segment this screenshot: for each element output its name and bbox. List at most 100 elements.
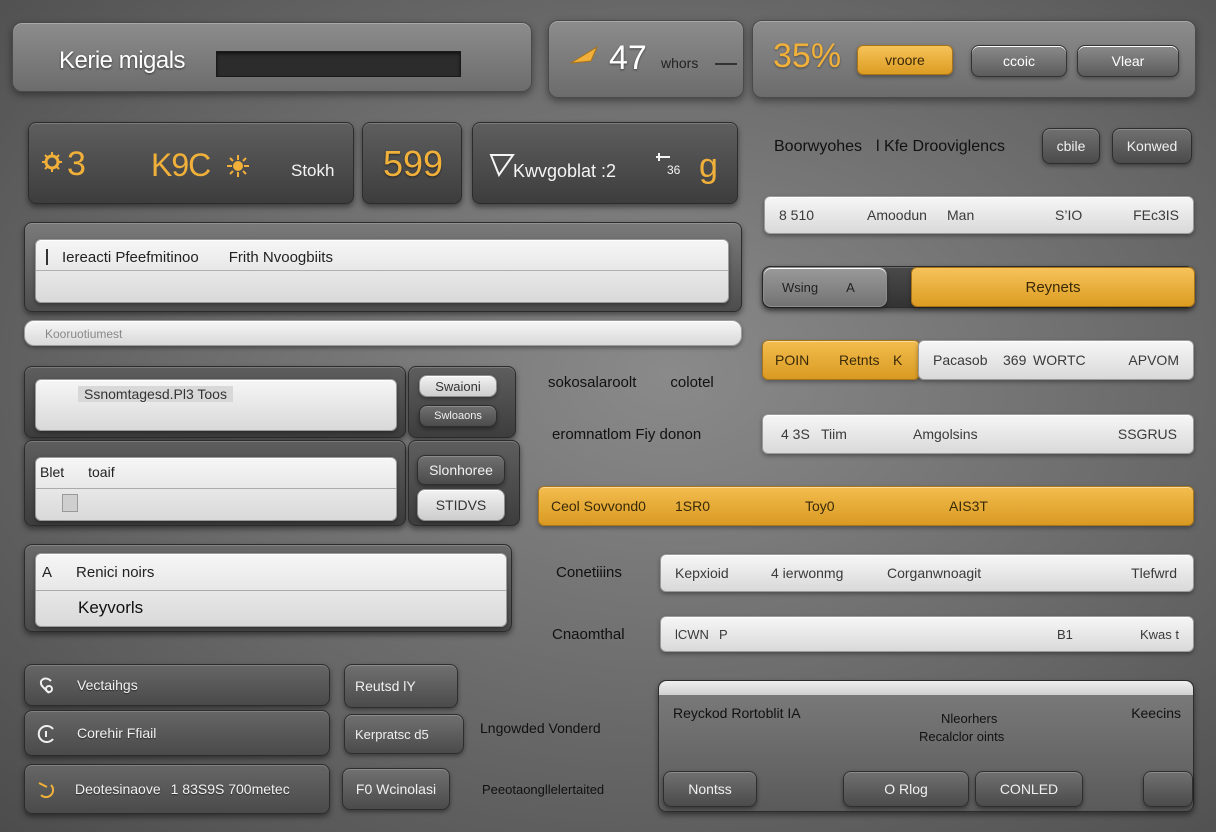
toggle-left-b: A xyxy=(846,279,855,295)
nav-item-3-label: Deotesinaove xyxy=(75,781,161,797)
wcinolasi-button[interactable]: F0 Wcinolasi xyxy=(342,768,450,810)
details-right: Keecins xyxy=(1131,705,1181,721)
nav-item-2[interactable]: Corehir Ffiail xyxy=(24,710,330,756)
nav-item-2-label: Corehir Ffiail xyxy=(77,725,157,741)
primary-button[interactable]: vroore xyxy=(857,45,953,75)
toolbar-strip: Kooruotiumest xyxy=(24,320,742,346)
stat-card-1: 3 K9C Stokh xyxy=(28,122,354,204)
table-row-1[interactable]: 8 510 Amoodun Man S’IO FEc3IS xyxy=(764,196,1194,234)
list-item-1[interactable]: A Renici noirs xyxy=(42,562,154,582)
highlight-b: 1SR0 xyxy=(675,498,711,514)
data-row-2-b: P xyxy=(719,626,728,642)
data-row-1-a: Kepxioid xyxy=(675,565,729,581)
reutsd-button[interactable]: Reutsd lY xyxy=(344,664,458,708)
swloaons-button[interactable]: Swloaons xyxy=(419,405,497,427)
toggle-left[interactable]: Wsing A xyxy=(763,267,887,307)
row4-c: Amgolsins xyxy=(913,426,978,442)
nontss-button[interactable]: Nontss xyxy=(663,771,757,807)
list-item-2[interactable]: Keyvorls xyxy=(78,598,143,618)
data-row-1-c: Corganwnoagit xyxy=(887,565,982,581)
nav-item-1[interactable]: Vectaihgs xyxy=(24,664,330,706)
stat-card-3: Kwvgoblat :2 36 g xyxy=(472,122,738,204)
table-row-1-c1: 8 510 xyxy=(779,207,815,223)
tool-icon xyxy=(656,153,670,161)
row3-c: WORTC xyxy=(1033,352,1086,368)
input-panel-1: Ssnomtagesd.Pl3 Toos xyxy=(24,366,406,438)
swaioni-button[interactable]: Swaioni xyxy=(419,375,497,397)
heading-a: Boorwyohes xyxy=(774,138,863,155)
row4-d: SSGRUS xyxy=(1117,426,1177,442)
card2-value: 599 xyxy=(383,143,444,184)
data-row-2-d: Kwas t xyxy=(1139,626,1179,642)
center-label-2: eromnatlom Fiy donon xyxy=(552,426,702,443)
table-row-4[interactable]: 4 3S Tiim Amgolsins SSGRUS xyxy=(762,414,1194,454)
side-buttons-2: Slonhoree STIDVS xyxy=(408,440,520,526)
toggle-track[interactable]: Wsing A Reynets xyxy=(762,266,1195,308)
input-2-value: toaif xyxy=(88,464,115,480)
card1-code: K9C xyxy=(151,147,211,183)
view-button[interactable]: Vlear xyxy=(1077,45,1179,77)
row3-gold-a: POIN xyxy=(775,352,810,368)
row3-d: APVOM xyxy=(1128,352,1179,368)
secondary-button[interactable]: ccoic xyxy=(971,45,1067,77)
table-row-1-c2: Amoodun xyxy=(867,207,927,223)
field-group-panel: Iereacti Pfeefmitinoo Frith Nvoogbiits xyxy=(24,222,742,312)
section-heading: Boorwyohes l Kfe Drooviglencs xyxy=(774,136,1005,158)
list-box: A Renici noirs Keyvorls xyxy=(35,553,507,627)
card3-small: 36 xyxy=(667,163,681,177)
input-2-label: Blet xyxy=(40,464,65,480)
table-row-3[interactable]: Pacasob 369 WORTC APVOM xyxy=(918,340,1194,380)
more-button[interactable] xyxy=(1143,771,1193,807)
row3-a: Pacasob xyxy=(933,352,988,368)
data-row-2[interactable]: lCWN P B1 Kwas t xyxy=(660,616,1194,652)
list-divider xyxy=(36,590,506,591)
highlight-row[interactable]: Ceol Sovvond0 1SR0 Toy0 AIS3T xyxy=(538,486,1194,526)
cable-button[interactable]: cbile xyxy=(1042,128,1100,164)
field-title-a: Iereacti Pfeefmitinoo xyxy=(62,248,199,266)
row-label-1: Conetiiins xyxy=(556,564,622,581)
table-row-1-c5: FEc3IS xyxy=(1133,207,1179,223)
data-row-1-d: Tlefwrd xyxy=(1131,565,1177,581)
input-2-divider xyxy=(36,488,396,489)
center-label-1: sokosalaroolt colotel xyxy=(548,372,714,392)
field-divider xyxy=(36,270,728,271)
kerpratsc-button[interactable]: Kerpratsc d5 xyxy=(344,714,464,754)
stat-number: 47 xyxy=(609,39,647,77)
row3-b: 369 xyxy=(1003,352,1027,368)
details-title: Reyckod Rortoblit IA xyxy=(673,705,801,721)
konwed-button[interactable]: Konwed xyxy=(1112,128,1192,164)
toggle-right[interactable]: Reynets xyxy=(911,267,1195,307)
stidvs-button[interactable]: STIDVS xyxy=(417,489,505,521)
details-panel-top xyxy=(659,681,1193,695)
field-title-bar[interactable]: Iereacti Pfeefmitinoo Frith Nvoogbiits xyxy=(35,239,729,303)
highlight-a: Ceol Sovvond0 xyxy=(551,498,646,514)
row3-gold-c: K xyxy=(893,352,903,368)
row4-b: Tiim xyxy=(821,426,847,442)
rlog-button[interactable]: O Rlog xyxy=(843,771,969,807)
card1-value: 3 xyxy=(67,145,86,183)
table-row-1-c3: Man xyxy=(947,207,975,223)
input-panel-2: Blet toaif xyxy=(24,440,406,526)
data-row-2-c: B1 xyxy=(1057,626,1073,642)
row4-a: 4 3S xyxy=(781,426,810,442)
center-label-1b: colotel xyxy=(670,373,714,391)
details-center-a: Nleorhers xyxy=(941,711,998,726)
gear-icon xyxy=(42,152,62,172)
input-2[interactable]: Blet toaif xyxy=(35,457,397,521)
table-row-3-gold[interactable]: POIN Retnts K xyxy=(762,340,920,380)
nav-item-3[interactable]: Deotesinaove 1 83S9S 700metec xyxy=(24,764,330,814)
input-2-cursor-box xyxy=(62,494,78,512)
center-label-1a: sokosalaroolt xyxy=(548,373,637,391)
list-panel: A Renici noirs Keyvorls xyxy=(24,544,512,632)
list-item-1-label: Renici noirs xyxy=(76,563,155,581)
conled-button[interactable]: CONLED xyxy=(975,771,1083,807)
bottom-label-1: Lngowded Vonderd xyxy=(480,720,601,736)
field-title-row: Iereacti Pfeefmitinoo Frith Nvoogbiits xyxy=(46,246,333,268)
heading-b: l Kfe Drooviglencs xyxy=(876,138,1005,155)
card3-label: Kwvgoblat :2 xyxy=(513,161,617,181)
title-search-field[interactable] xyxy=(216,51,461,77)
data-row-1[interactable]: Kepxioid 4 ierwonmg Corganwnoagit Tlefwr… xyxy=(660,554,1194,592)
data-row-2-a: lCWN xyxy=(675,626,709,642)
slonhoree-button[interactable]: Slonhoree xyxy=(417,455,505,485)
input-1[interactable]: Ssnomtagesd.Pl3 Toos xyxy=(35,379,397,431)
